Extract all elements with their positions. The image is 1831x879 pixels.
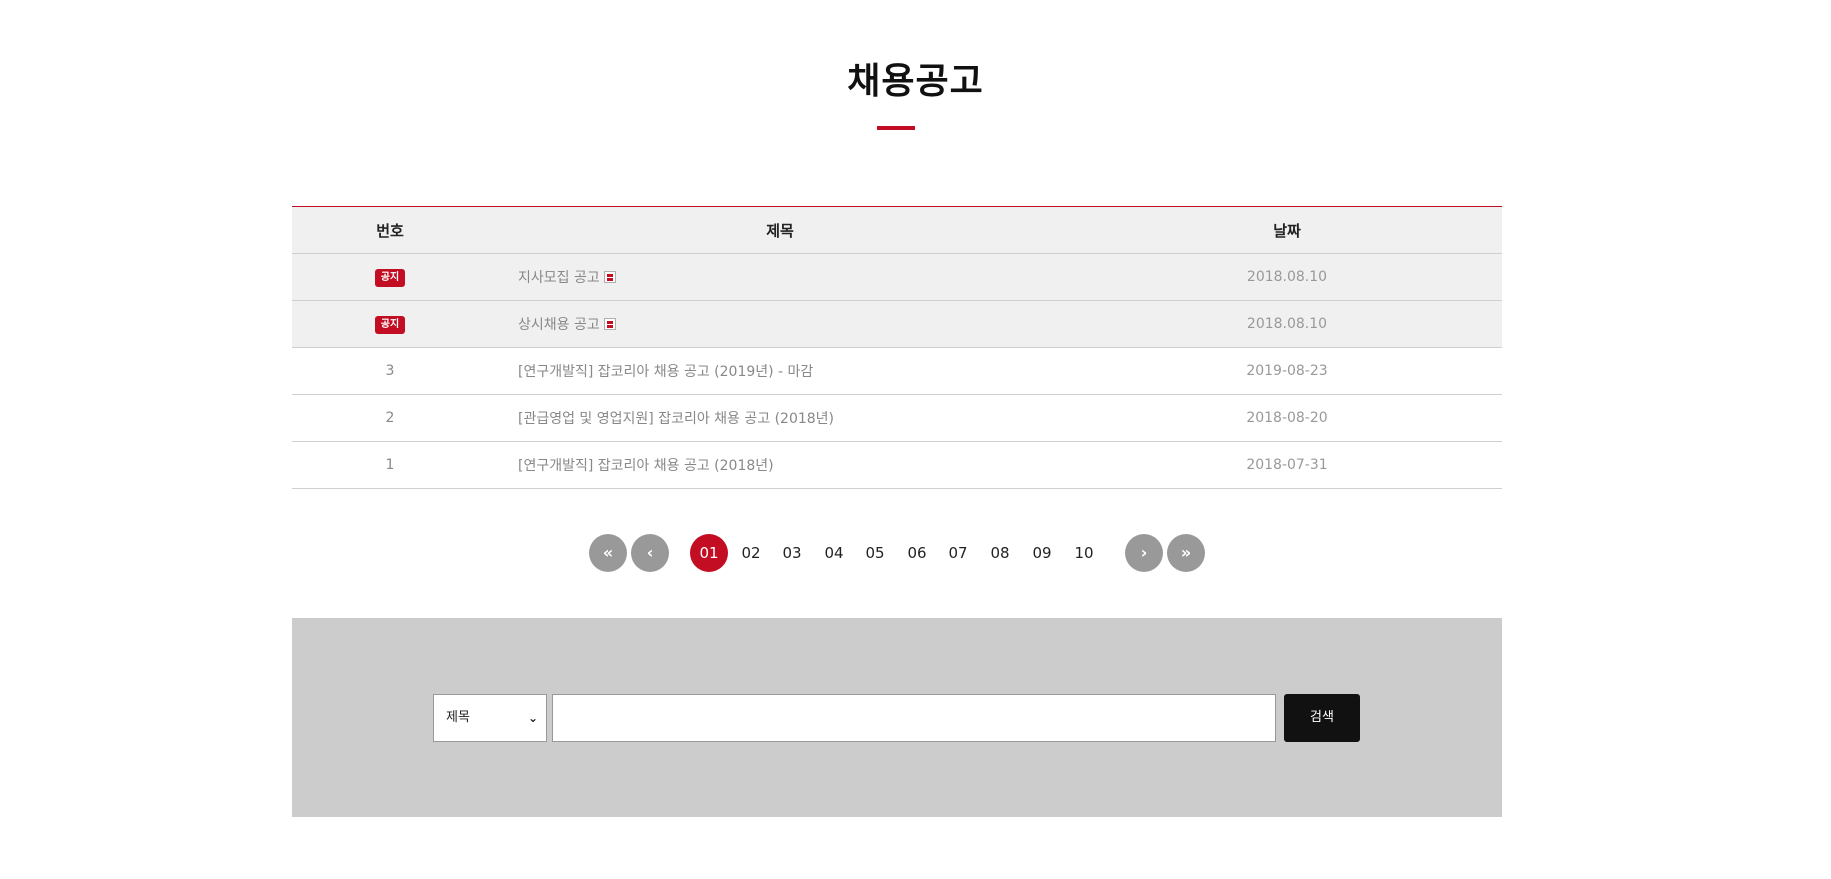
table-row[interactable]: 1 [연구개발직] 잡코리아 채용 공고 (2018년) 2018-07-31 xyxy=(292,442,1502,489)
page-button-08[interactable]: 08 xyxy=(981,534,1019,572)
first-page-button[interactable]: « xyxy=(589,534,627,572)
search-button[interactable]: 검색 xyxy=(1284,694,1360,742)
page-button-07[interactable]: 07 xyxy=(939,534,977,572)
header-no: 번호 xyxy=(376,221,404,240)
notice-badge: 공지 xyxy=(374,315,406,334)
search-panel: 제목 ⌄ 검색 xyxy=(292,618,1502,817)
post-date: 2018-07-31 xyxy=(1246,457,1328,473)
page-button-02[interactable]: 02 xyxy=(732,534,770,572)
post-title-link[interactable]: 지사모집 공고 xyxy=(518,270,600,286)
last-page-button[interactable]: » xyxy=(1167,534,1205,572)
attachment-icon xyxy=(603,271,616,283)
board-table: 번호 제목 날짜 공지 지사모집 공고 2018.08.10 공지 상시채용 공… xyxy=(292,206,1502,489)
post-title-link[interactable]: [연구개발직] 잡코리아 채용 공고 (2018년) xyxy=(518,458,774,474)
search-field-value: 제목 xyxy=(446,710,470,725)
post-title-link[interactable]: [관급영업 및 영업지원] 잡코리아 채용 공고 (2018년) xyxy=(518,411,834,427)
header-date: 날짜 xyxy=(1273,221,1301,240)
page-button-05[interactable]: 05 xyxy=(856,534,894,572)
title-underline xyxy=(877,126,915,130)
post-number: 1 xyxy=(385,457,395,473)
post-date: 2018-08-20 xyxy=(1246,410,1328,426)
table-header: 번호 제목 날짜 xyxy=(292,207,1502,254)
post-number: 3 xyxy=(385,363,395,379)
table-row[interactable]: 3 [연구개발직] 잡코리아 채용 공고 (2019년) - 마감 2019-0… xyxy=(292,348,1502,395)
attachment-icon xyxy=(603,318,616,330)
post-date: 2018.08.10 xyxy=(1246,316,1328,332)
page-title: 채용공고 xyxy=(847,61,984,102)
post-title-link[interactable]: [연구개발직] 잡코리아 채용 공고 (2019년) - 마감 xyxy=(518,364,813,380)
next-page-button[interactable]: › xyxy=(1125,534,1163,572)
post-number: 2 xyxy=(385,410,395,426)
pagination: « ‹ 01 02 03 04 05 06 07 08 09 10 › » xyxy=(0,534,1831,572)
prev-page-button[interactable]: ‹ xyxy=(631,534,669,572)
notice-badge: 공지 xyxy=(374,268,406,287)
page-button-03[interactable]: 03 xyxy=(773,534,811,572)
page-button-01[interactable]: 01 xyxy=(690,534,728,572)
page-button-06[interactable]: 06 xyxy=(898,534,936,572)
post-date: 2018.08.10 xyxy=(1246,269,1328,285)
search-field-select[interactable]: 제목 ⌄ xyxy=(433,694,547,742)
table-row[interactable]: 2 [관급영업 및 영업지원] 잡코리아 채용 공고 (2018년) 2018-… xyxy=(292,395,1502,442)
post-title-link[interactable]: 상시채용 공고 xyxy=(518,317,600,333)
chevron-down-icon: ⌄ xyxy=(527,711,538,725)
table-row-notice[interactable]: 공지 지사모집 공고 2018.08.10 xyxy=(292,254,1502,301)
post-date: 2019-08-23 xyxy=(1246,363,1328,379)
table-row-notice[interactable]: 공지 상시채용 공고 2018.08.10 xyxy=(292,301,1502,348)
header-title: 제목 xyxy=(766,221,794,240)
search-input[interactable] xyxy=(552,694,1276,742)
page-button-04[interactable]: 04 xyxy=(815,534,853,572)
page-button-09[interactable]: 09 xyxy=(1023,534,1061,572)
page-button-10[interactable]: 10 xyxy=(1065,534,1103,572)
